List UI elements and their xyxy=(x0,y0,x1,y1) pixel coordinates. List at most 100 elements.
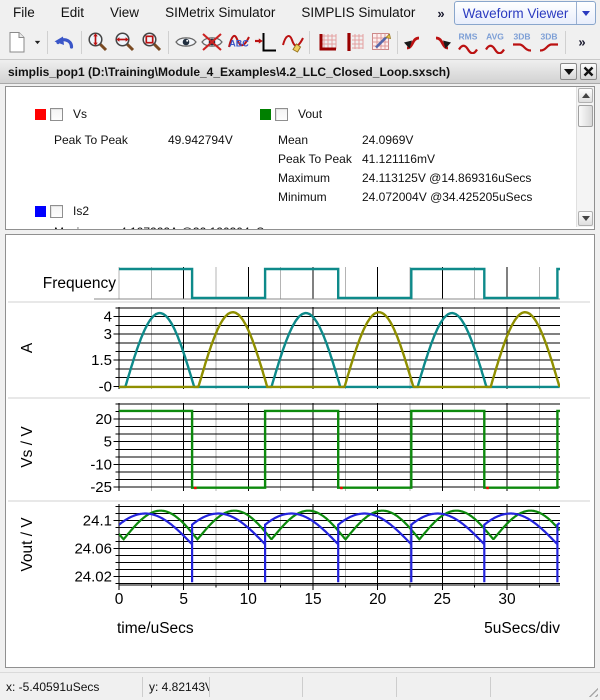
document-title-bar[interactable]: simplis_pop1 (D:\Training\Module_4_Examp… xyxy=(0,59,600,84)
legend-curve-name: Is2 xyxy=(73,204,89,218)
stat-label: Peak To Peak xyxy=(278,152,362,166)
toolbar-more-button[interactable]: » xyxy=(569,28,596,56)
waveform-chart[interactable]: FrequencyA431.5-0Vs / V205-10-25Vout / V… xyxy=(6,235,592,665)
document-title: simplis_pop1 (D:\Training\Module_4_Examp… xyxy=(0,65,560,79)
window-menu-button[interactable] xyxy=(560,63,577,80)
toolbar-more-icon: » xyxy=(570,30,594,54)
zoom-x-button[interactable] xyxy=(111,28,138,56)
svg-text:3DB: 3DB xyxy=(513,32,530,42)
avg-button[interactable]: AVG xyxy=(482,28,509,56)
svg-text:AVG: AVG xyxy=(486,32,504,42)
new-document-button[interactable] xyxy=(4,28,31,56)
scrollbar-thumb[interactable] xyxy=(578,105,593,127)
legend-checkbox-vout[interactable] xyxy=(275,108,288,121)
svg-text:4: 4 xyxy=(104,309,112,326)
legend-checkbox-vs[interactable] xyxy=(50,108,63,121)
scroll-up-button[interactable] xyxy=(578,88,593,103)
curve-next-button[interactable] xyxy=(428,28,455,56)
menu-item-file[interactable]: File xyxy=(0,0,48,26)
edit-grid-icon xyxy=(369,30,393,54)
legend-color-swatch xyxy=(35,206,46,217)
legend-stat-row: Minimum24.072004V @34.425205uSecs xyxy=(278,190,532,209)
svg-text:0: 0 xyxy=(115,591,124,608)
add-axis-icon xyxy=(254,30,278,54)
zoom-y-button[interactable] xyxy=(85,28,112,56)
svg-text:»: » xyxy=(579,35,586,50)
toolbar-separator xyxy=(81,31,82,54)
stat-value: 24.113125V @14.869316uSecs xyxy=(362,171,531,185)
stat-value: 49.942794V xyxy=(168,133,233,147)
axis-label-a: A xyxy=(19,342,36,353)
status-y-coordinate: y: 4.82143V xyxy=(143,677,210,697)
lowpass-3db-button[interactable]: 3DB xyxy=(508,28,535,56)
toolbar-separator xyxy=(309,31,310,54)
traces-a xyxy=(119,312,560,387)
hide-curve-button[interactable] xyxy=(199,28,226,56)
axis-label-vs: Vs / V xyxy=(19,426,36,468)
svg-text:3DB: 3DB xyxy=(540,32,557,42)
svg-text:ABC: ABC xyxy=(230,39,250,49)
toolbar: ABC RMS AVG 3DB 3DB » xyxy=(0,26,600,58)
stat-label: Peak To Peak xyxy=(54,133,168,147)
zoom-area-button[interactable] xyxy=(138,28,165,56)
curve-prev-button[interactable] xyxy=(401,28,428,56)
edit-curve-button[interactable] xyxy=(280,28,307,56)
svg-text:30: 30 xyxy=(498,591,516,608)
svg-text:24.06: 24.06 xyxy=(74,541,112,558)
lowpass-3db-icon: 3DB xyxy=(510,30,534,54)
scroll-down-button[interactable] xyxy=(578,211,593,226)
legend-stat-row: Peak To Peak41.121116mV xyxy=(278,152,435,171)
annotate-curve-button[interactable]: ABC xyxy=(226,28,253,56)
combo-dropdown-button[interactable] xyxy=(576,2,595,24)
legend-curve-name: Vs xyxy=(73,107,87,121)
stat-label: Maximum xyxy=(54,225,120,230)
menu-item-view[interactable]: View xyxy=(97,0,152,26)
add-divider-button[interactable] xyxy=(340,28,367,56)
close-button[interactable] xyxy=(580,63,597,80)
svg-text:20: 20 xyxy=(369,591,387,608)
legend-entry-vs: Vs xyxy=(35,107,87,121)
svg-text:1.5: 1.5 xyxy=(91,352,112,369)
menu-overflow-chevron[interactable]: » xyxy=(428,6,453,21)
new-document-dropdown-button[interactable] xyxy=(31,28,44,56)
show-curve-button[interactable] xyxy=(172,28,199,56)
svg-text:10: 10 xyxy=(240,591,258,608)
status-x-coordinate: x: -5.40591uSecs xyxy=(0,677,143,697)
curve-legend-panel: VsPeak To Peak49.942794VVoutMean24.0969V… xyxy=(5,86,595,230)
edit-grid-button[interactable] xyxy=(367,28,394,56)
annotate-curve-icon: ABC xyxy=(227,30,251,54)
menu-item-edit[interactable]: Edit xyxy=(48,0,97,26)
menu-item-simplis-simulator[interactable]: SIMPLIS Simulator xyxy=(288,0,428,26)
legend-color-swatch xyxy=(260,109,271,120)
show-curve-icon xyxy=(174,30,198,54)
zoom-x-icon xyxy=(113,30,137,54)
stat-label: Mean xyxy=(278,133,362,147)
svg-text:24.1: 24.1 xyxy=(83,513,112,530)
rms-icon: RMS xyxy=(456,30,480,54)
edit-curve-icon xyxy=(281,30,305,54)
rms-button[interactable]: RMS xyxy=(455,28,482,56)
toolbar-separator xyxy=(47,31,48,54)
add-divider-icon xyxy=(342,30,366,54)
highpass-3db-button[interactable]: 3DB xyxy=(535,28,562,56)
legend-curve-name: Vout xyxy=(298,107,322,121)
legend-scrollbar[interactable] xyxy=(576,87,594,227)
menu-item-simetrix-simulator[interactable]: SIMetrix Simulator xyxy=(152,0,288,26)
waveform-chart-panel[interactable]: FrequencyA431.5-0Vs / V205-10-25Vout / V… xyxy=(5,234,595,668)
add-axis-button[interactable] xyxy=(253,28,280,56)
status-cell xyxy=(210,677,303,697)
legend-checkbox-is2[interactable] xyxy=(50,205,63,218)
curve-next-icon xyxy=(429,30,453,54)
add-grid-button[interactable] xyxy=(313,28,340,56)
svg-text:RMS: RMS xyxy=(459,32,478,42)
svg-text:3: 3 xyxy=(104,326,112,343)
hide-curve-icon xyxy=(200,30,224,54)
waveform-viewer-window: FileEditViewSIMetrix SimulatorSIMPLIS Si… xyxy=(0,0,600,700)
undo-button[interactable] xyxy=(51,28,78,56)
legend-stat-row: Maximum24.113125V @14.869316uSecs xyxy=(278,171,531,190)
svg-text:24.02: 24.02 xyxy=(74,569,112,586)
svg-text:20: 20 xyxy=(95,411,112,428)
triangle-down-icon xyxy=(582,216,590,221)
mode-select-combobox[interactable]: Waveform Viewer xyxy=(454,1,597,25)
stat-label: Minimum xyxy=(278,190,362,204)
